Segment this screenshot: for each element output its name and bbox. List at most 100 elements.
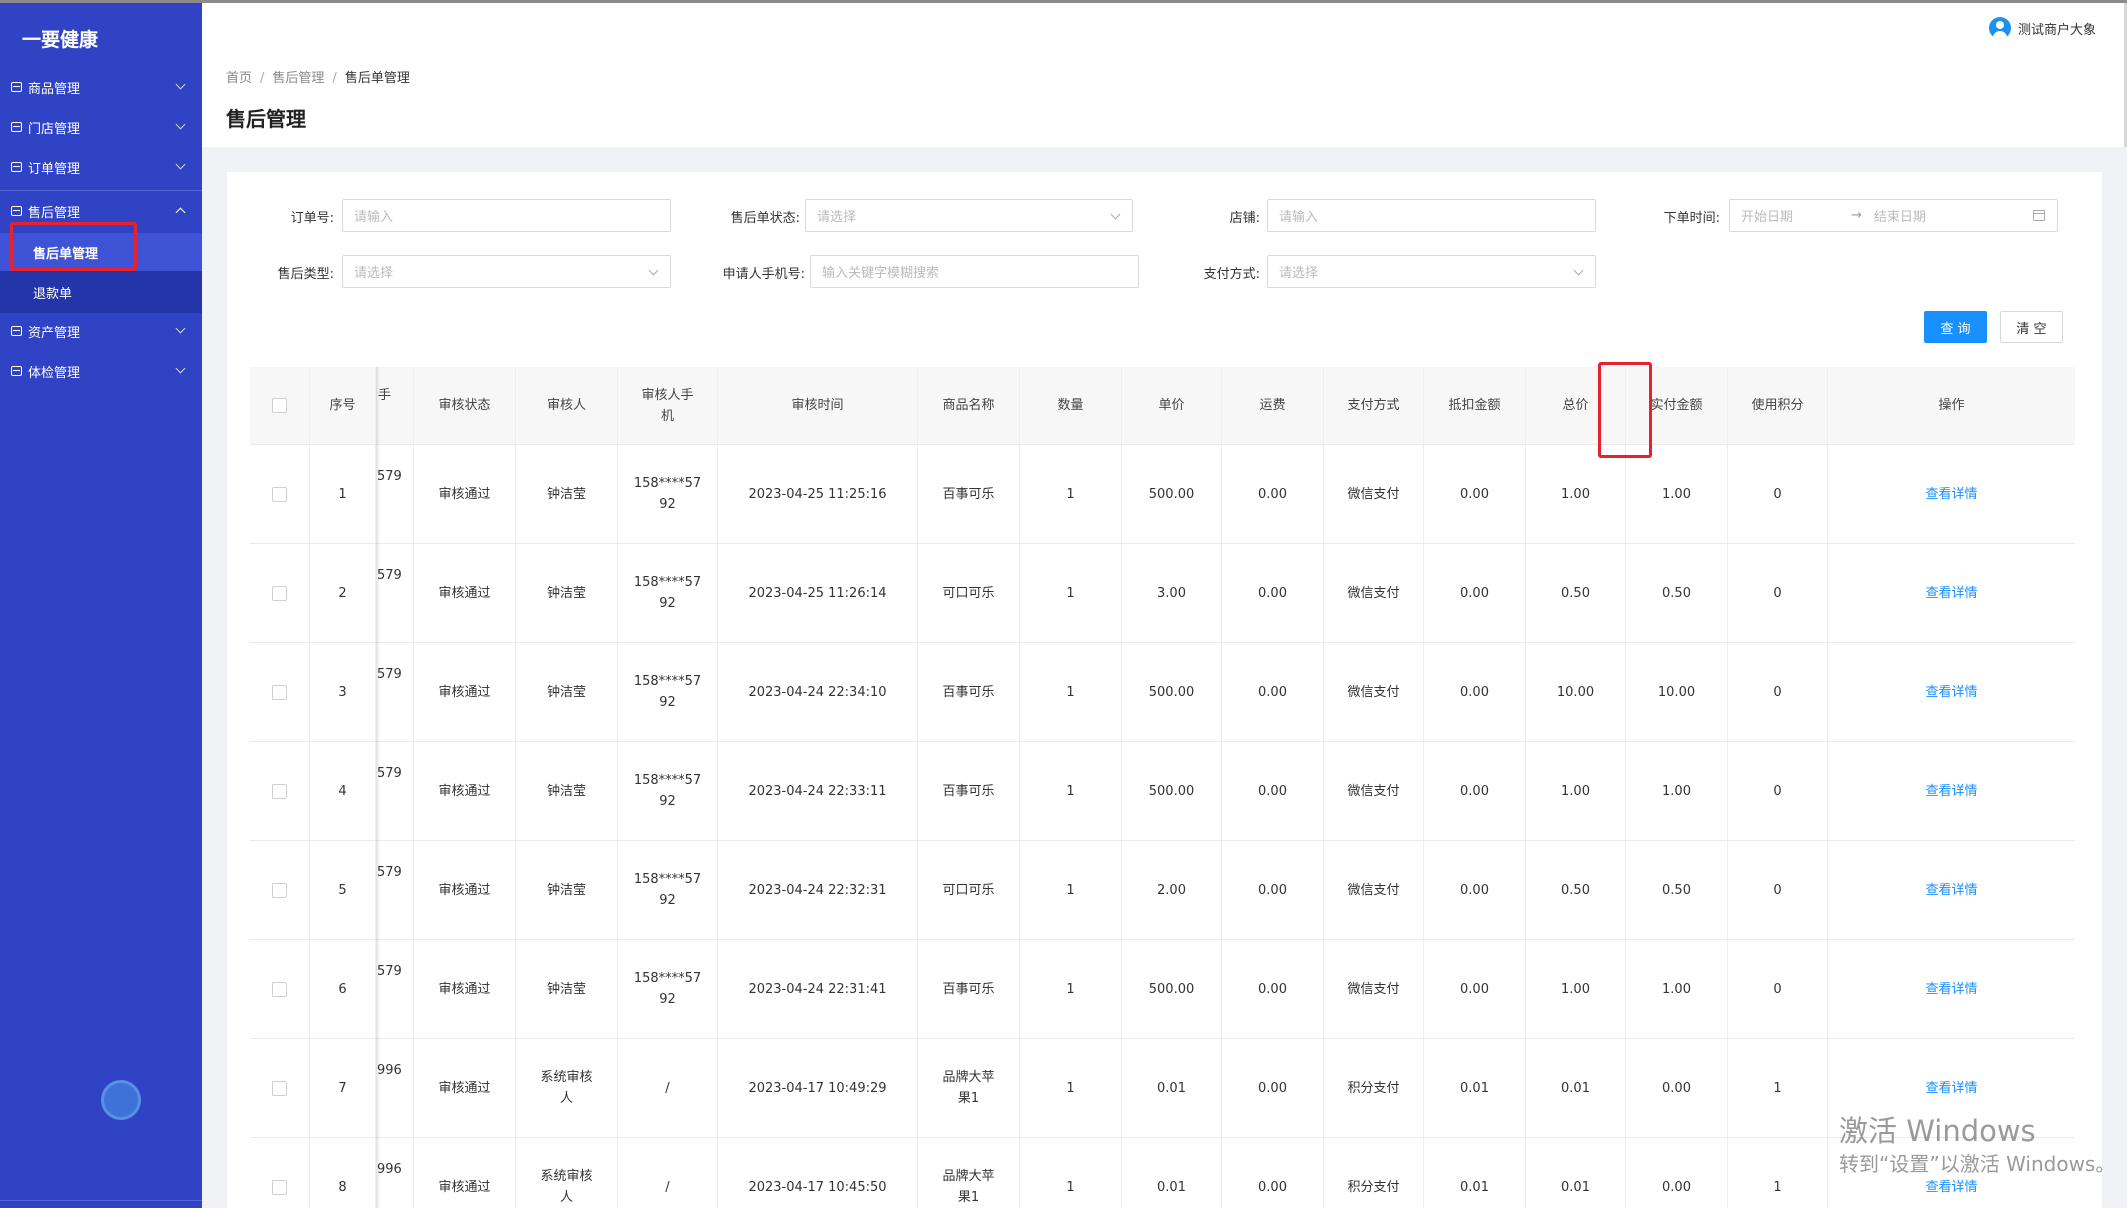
- cell-freight-text: 0.00: [1258, 981, 1287, 997]
- sidebar-item-products[interactable]: 商品管理: [0, 67, 202, 107]
- cell-seq-text: 5: [338, 882, 347, 898]
- pay-label: 支付方式:: [1203, 267, 1260, 282]
- cell-reviewer: 钟洁莹: [516, 841, 618, 939]
- type-select[interactable]: 请选择: [342, 255, 671, 288]
- cell-points-text: 1: [1773, 1080, 1782, 1096]
- cell-review-time-text: 2023-04-17 10:45:50: [748, 1179, 887, 1195]
- cell-deduct: 0.00: [1424, 940, 1526, 1038]
- cell-reviewer-phone-text: /: [665, 1080, 670, 1096]
- row-checkbox[interactable]: [272, 486, 287, 502]
- cell-seq-text: 2: [338, 585, 347, 601]
- cell-unit-price: 0.01: [1122, 1039, 1222, 1137]
- cell-status-text: 审核通过: [438, 1179, 491, 1195]
- cell-ops-text[interactable]: 查看详情: [1925, 583, 1977, 604]
- clear-button[interactable]: 清 空: [2000, 311, 2063, 343]
- cell-unit-price-text: 0.01: [1157, 1080, 1186, 1096]
- cell-status-text: 审核通过: [438, 882, 491, 898]
- cell-paid: 1.00: [1626, 940, 1728, 1038]
- chevron-down-icon: [648, 265, 659, 276]
- cell-freight-text: 0.00: [1258, 486, 1287, 502]
- chevron-down-icon: [175, 119, 186, 130]
- user-avatar-icon: [1988, 17, 2011, 39]
- cell-pay-method-text: 微信支付: [1347, 585, 1400, 601]
- pay-select[interactable]: 请选择: [1267, 255, 1596, 288]
- sidebar-item-stores[interactable]: 门店管理: [0, 107, 202, 147]
- sidebar-item-assets[interactable]: 资产管理: [0, 311, 202, 351]
- cell-pay-method: 微信支付: [1324, 841, 1424, 939]
- divider: [0, 1200, 202, 1201]
- cell-paid-text: 0.00: [1662, 1080, 1691, 1096]
- chevron-down-icon: [1573, 265, 1584, 276]
- page-title: 售后管理: [226, 107, 306, 131]
- row-checkbox[interactable]: [272, 585, 287, 601]
- cell-reviewer-phone: 158****5792: [618, 841, 718, 939]
- cell-ops-text[interactable]: 查看详情: [1925, 1177, 1977, 1198]
- row-checkbox[interactable]: [272, 981, 287, 997]
- user-menu[interactable]: 测试商户大象: [1988, 17, 2096, 39]
- row-checkbox[interactable]: [272, 1179, 287, 1195]
- cell-ops-text[interactable]: 查看详情: [1925, 484, 1977, 505]
- cell-seq-text: 1: [338, 486, 347, 502]
- shop-label: 店铺:: [1229, 211, 1260, 226]
- cell-paid-text: 1.00: [1662, 486, 1691, 502]
- cell-product-text: 百事可乐: [942, 981, 995, 997]
- cell-product: 百事可乐: [918, 643, 1020, 741]
- highlight-box: [1598, 362, 1652, 458]
- cell-reviewer-text: 钟洁莹: [546, 684, 586, 700]
- cell-ops-text[interactable]: 查看详情: [1925, 1078, 1977, 1099]
- cell-product-text: 可口可乐: [942, 882, 995, 898]
- cell-status: 审核通过: [414, 1138, 516, 1208]
- breadcrumb-after-sales[interactable]: 售后管理: [272, 71, 324, 86]
- col-product: 商品名称: [918, 367, 1020, 444]
- col-partial: 手: [376, 367, 414, 444]
- query-button[interactable]: 查 询: [1924, 311, 1987, 343]
- row-checkbox[interactable]: [272, 684, 287, 700]
- cell-review-time: 2023-04-17 10:45:50: [718, 1138, 918, 1208]
- cell-points-text: 0: [1773, 684, 1782, 700]
- status-select[interactable]: 请选择: [805, 199, 1133, 232]
- table-row: 8 996 审核通过 系统审核人 / 2023-04-17 10:45:50 品牌大苹果1 1…: [250, 1138, 2075, 1208]
- cell-pay-method-text: 微信支付: [1347, 882, 1400, 898]
- sidebar-subitem-refunds[interactable]: 退款单: [0, 273, 202, 311]
- menu-icon: [11, 162, 22, 172]
- cell-ops-text[interactable]: 查看详情: [1925, 979, 1977, 1000]
- cell-ops-text[interactable]: 查看详情: [1925, 682, 1977, 703]
- cell-seq: 5: [310, 841, 376, 939]
- cell-ops-text[interactable]: 查看详情: [1925, 880, 1977, 901]
- order-time-range[interactable]: 开始日期 → 结束日期: [1729, 199, 2058, 232]
- row-checkbox-cell: [250, 643, 310, 741]
- floating-circle-button[interactable]: [101, 1080, 141, 1120]
- sidebar-item-label: 商品管理: [28, 81, 81, 97]
- phone-input[interactable]: 输入关键字模糊搜索: [810, 255, 1139, 288]
- breadcrumb-home[interactable]: 首页: [226, 71, 252, 86]
- cell-ops-text[interactable]: 查看详情: [1925, 781, 1977, 802]
- order-no-input[interactable]: 请输入: [342, 199, 671, 232]
- cell-review-time: 2023-04-24 22:32:31: [718, 841, 918, 939]
- cell-deduct-text: 0.00: [1460, 684, 1489, 700]
- cell-paid-text: 0.00: [1662, 1179, 1691, 1195]
- sidebar-item-label: 订单管理: [28, 161, 81, 177]
- shop-input[interactable]: 请输入: [1267, 199, 1596, 232]
- cell-reviewer-phone-text: 158****5792: [633, 575, 702, 611]
- cell-review-time-text: 2023-04-25 11:26:14: [748, 585, 887, 601]
- row-checkbox-cell: [250, 742, 310, 840]
- cell-freight-text: 0.00: [1258, 1080, 1287, 1096]
- cell-unit-price-text: 2.00: [1157, 882, 1186, 898]
- cell-unit-price: 500.00: [1122, 643, 1222, 741]
- phone-label: 申请人手机号:: [722, 267, 805, 282]
- cell-status: 审核通过: [414, 445, 516, 543]
- row-checkbox[interactable]: [272, 882, 287, 898]
- chevron-down-icon: [1110, 209, 1121, 220]
- row-checkbox[interactable]: [272, 1080, 287, 1096]
- cell-unit-price-text: 3.00: [1157, 585, 1186, 601]
- cell-unit-price-text: 500.00: [1148, 783, 1195, 799]
- cell-pay-method: 积分支付: [1324, 1138, 1424, 1208]
- sidebar-item-checkups[interactable]: 体检管理: [0, 351, 202, 391]
- select-all-checkbox[interactable]: [272, 398, 287, 413]
- cell-deduct: 0.00: [1424, 643, 1526, 741]
- sidebar-item-orders[interactable]: 订单管理: [0, 147, 202, 187]
- cell-unit-price-text: 500.00: [1148, 981, 1195, 997]
- cell-partial: 579: [376, 841, 414, 939]
- row-checkbox[interactable]: [272, 783, 287, 799]
- row-checkbox-cell: [250, 445, 310, 543]
